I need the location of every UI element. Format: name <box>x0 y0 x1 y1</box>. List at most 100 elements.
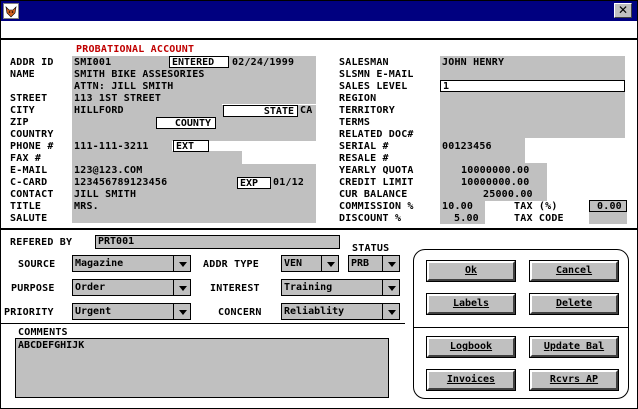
state-field[interactable]: CA <box>298 105 312 117</box>
comments-divider <box>1 323 405 324</box>
salesman-field[interactable]: JOHN HENRY <box>440 57 504 69</box>
invoices-button[interactable]: Invoices <box>426 369 516 391</box>
priority-combo[interactable]: Urgent <box>72 303 191 320</box>
refered-by-label: REFERED BY <box>10 237 73 248</box>
cancel-button[interactable]: Cancel <box>529 260 619 282</box>
serial-field[interactable]: 00123456 <box>440 141 492 153</box>
street-field[interactable]: 113 1ST STREET <box>72 93 161 105</box>
delete-button[interactable]: Delete <box>529 293 619 315</box>
status-combo[interactable]: PRB <box>348 255 400 272</box>
comments-textarea[interactable]: ABCDEFGHIJK <box>15 338 389 398</box>
ccard-label: C-CARD <box>10 177 48 188</box>
sales-level-label: SALES LEVEL <box>339 81 408 92</box>
source-label: SOURCE <box>18 259 56 270</box>
chevron-down-icon[interactable] <box>384 304 399 319</box>
street-label: STREET <box>10 93 48 104</box>
button-panel-divider <box>414 327 628 328</box>
title-field[interactable]: MRS. <box>72 201 99 213</box>
contact-field[interactable]: JILL SMITH <box>72 189 136 201</box>
addr-type-combo[interactable]: VEN <box>281 255 339 272</box>
city-label: CITY <box>10 105 35 116</box>
commission-field[interactable]: 10.00 <box>440 201 473 213</box>
status-value: PRB <box>349 256 383 271</box>
addr-type-value: VEN <box>282 256 322 271</box>
addr-type-label: ADDR TYPE <box>203 259 259 270</box>
contact-label: CONTACT <box>10 189 54 200</box>
concern-combo[interactable]: Reliablity <box>281 303 400 320</box>
entered-label: ENTERED <box>169 56 229 68</box>
concern-label: CONCERN <box>218 307 262 318</box>
chevron-down-icon[interactable] <box>323 256 338 271</box>
purpose-value: Order <box>73 280 174 295</box>
refered-by-field[interactable]: PRT001 <box>95 235 340 249</box>
cur-balance-label: CUR BALANCE <box>339 189 408 200</box>
tax-field[interactable]: 0.00 <box>595 201 622 213</box>
exp-field[interactable]: 01/12 <box>271 177 304 189</box>
commission-label: COMMISSION % <box>339 201 414 212</box>
ccard-field[interactable]: 123456789123456 <box>72 177 167 189</box>
related-doc-label: RELATED DOC# <box>339 129 414 140</box>
concern-value: Reliablity <box>282 304 383 319</box>
tax-label: TAX (%) <box>514 201 558 212</box>
update-bal-button[interactable]: Update Bal <box>529 336 619 358</box>
tax-code-label: TAX CODE <box>514 213 564 224</box>
logbook-button[interactable]: Logbook <box>426 336 516 358</box>
terms-label: TERMS <box>339 117 371 128</box>
addr-id-field[interactable]: SMI001 <box>72 57 111 69</box>
chevron-down-icon[interactable] <box>175 280 190 295</box>
fox-app-icon[interactable] <box>3 3 19 19</box>
interest-combo[interactable]: Training <box>281 279 400 296</box>
priority-label: PRIORITY <box>4 307 54 318</box>
menu-strip <box>1 21 637 40</box>
ext-label: EXT <box>173 140 209 152</box>
salute-label: SALUTE <box>10 213 48 224</box>
email-field[interactable]: 123@123.COM <box>72 165 142 177</box>
address-dialog-window: ✕ PROBATIONAL ACCOUNT ADDR ID SMI001 ENT… <box>0 0 638 409</box>
discount-label: DISCOUNT % <box>339 213 402 224</box>
slsmn-email-label: SLSMN E-MAIL <box>339 69 414 80</box>
salesman-label: SALESMAN <box>339 57 389 68</box>
ok-button[interactable]: Ok <box>426 260 516 282</box>
purpose-label: PURPOSE <box>11 283 55 294</box>
chevron-down-icon[interactable] <box>175 256 190 271</box>
fax-label: FAX # <box>10 153 42 164</box>
title-label: TITLE <box>10 201 42 212</box>
tax-code-area <box>589 212 627 224</box>
name-line2-field[interactable]: ATTN: JILL SMITH <box>72 81 174 93</box>
entered-date-field[interactable]: 02/24/1999 <box>230 57 294 69</box>
region-label: REGION <box>339 93 377 104</box>
city-field[interactable]: HILLFORD <box>72 105 124 117</box>
phone-field[interactable]: 111-111-3211 <box>72 141 149 153</box>
credit-limit-label: CREDIT LIMIT <box>339 177 414 188</box>
zip-label: ZIP <box>10 117 29 128</box>
status-label: STATUS <box>352 243 390 254</box>
interest-value: Training <box>282 280 383 295</box>
credit-limit-field[interactable]: 10000000.00 <box>459 177 529 189</box>
sales-level-field[interactable]: 1 <box>440 80 625 92</box>
county-label: COUNTY <box>156 117 216 129</box>
rcvrs-ap-button[interactable]: Rcvrs AP <box>529 369 619 391</box>
labels-button[interactable]: Labels <box>426 293 516 315</box>
source-value: Magazine <box>73 256 174 271</box>
addr-id-label: ADDR ID <box>10 57 54 68</box>
source-combo[interactable]: Magazine <box>72 255 191 272</box>
yearly-quota-field[interactable]: 10000000.00 <box>459 165 529 177</box>
serial-label: SERIAL # <box>339 141 389 152</box>
yearly-quota-label: YEARLY QUOTA <box>339 165 414 176</box>
title-bar: ✕ <box>1 1 637 21</box>
zip-area-ext <box>216 129 316 140</box>
chevron-down-icon[interactable] <box>175 304 190 319</box>
purpose-combo[interactable]: Order <box>72 279 191 296</box>
discount-field[interactable]: 5.00 <box>452 213 479 225</box>
chevron-down-icon[interactable] <box>384 256 399 271</box>
chevron-down-icon[interactable] <box>384 280 399 295</box>
close-x-icon: ✕ <box>617 3 629 17</box>
phone-label: PHONE # <box>10 141 54 152</box>
section-divider <box>1 228 637 230</box>
close-button[interactable]: ✕ <box>614 3 632 18</box>
territory-label: TERRITORY <box>339 105 395 116</box>
priority-value: Urgent <box>73 304 174 319</box>
name-line1-field[interactable]: SMITH BIKE ASSESORIES <box>72 69 205 81</box>
name-label: NAME <box>10 69 35 80</box>
cur-balance-field[interactable]: 25000.00 <box>481 189 533 201</box>
